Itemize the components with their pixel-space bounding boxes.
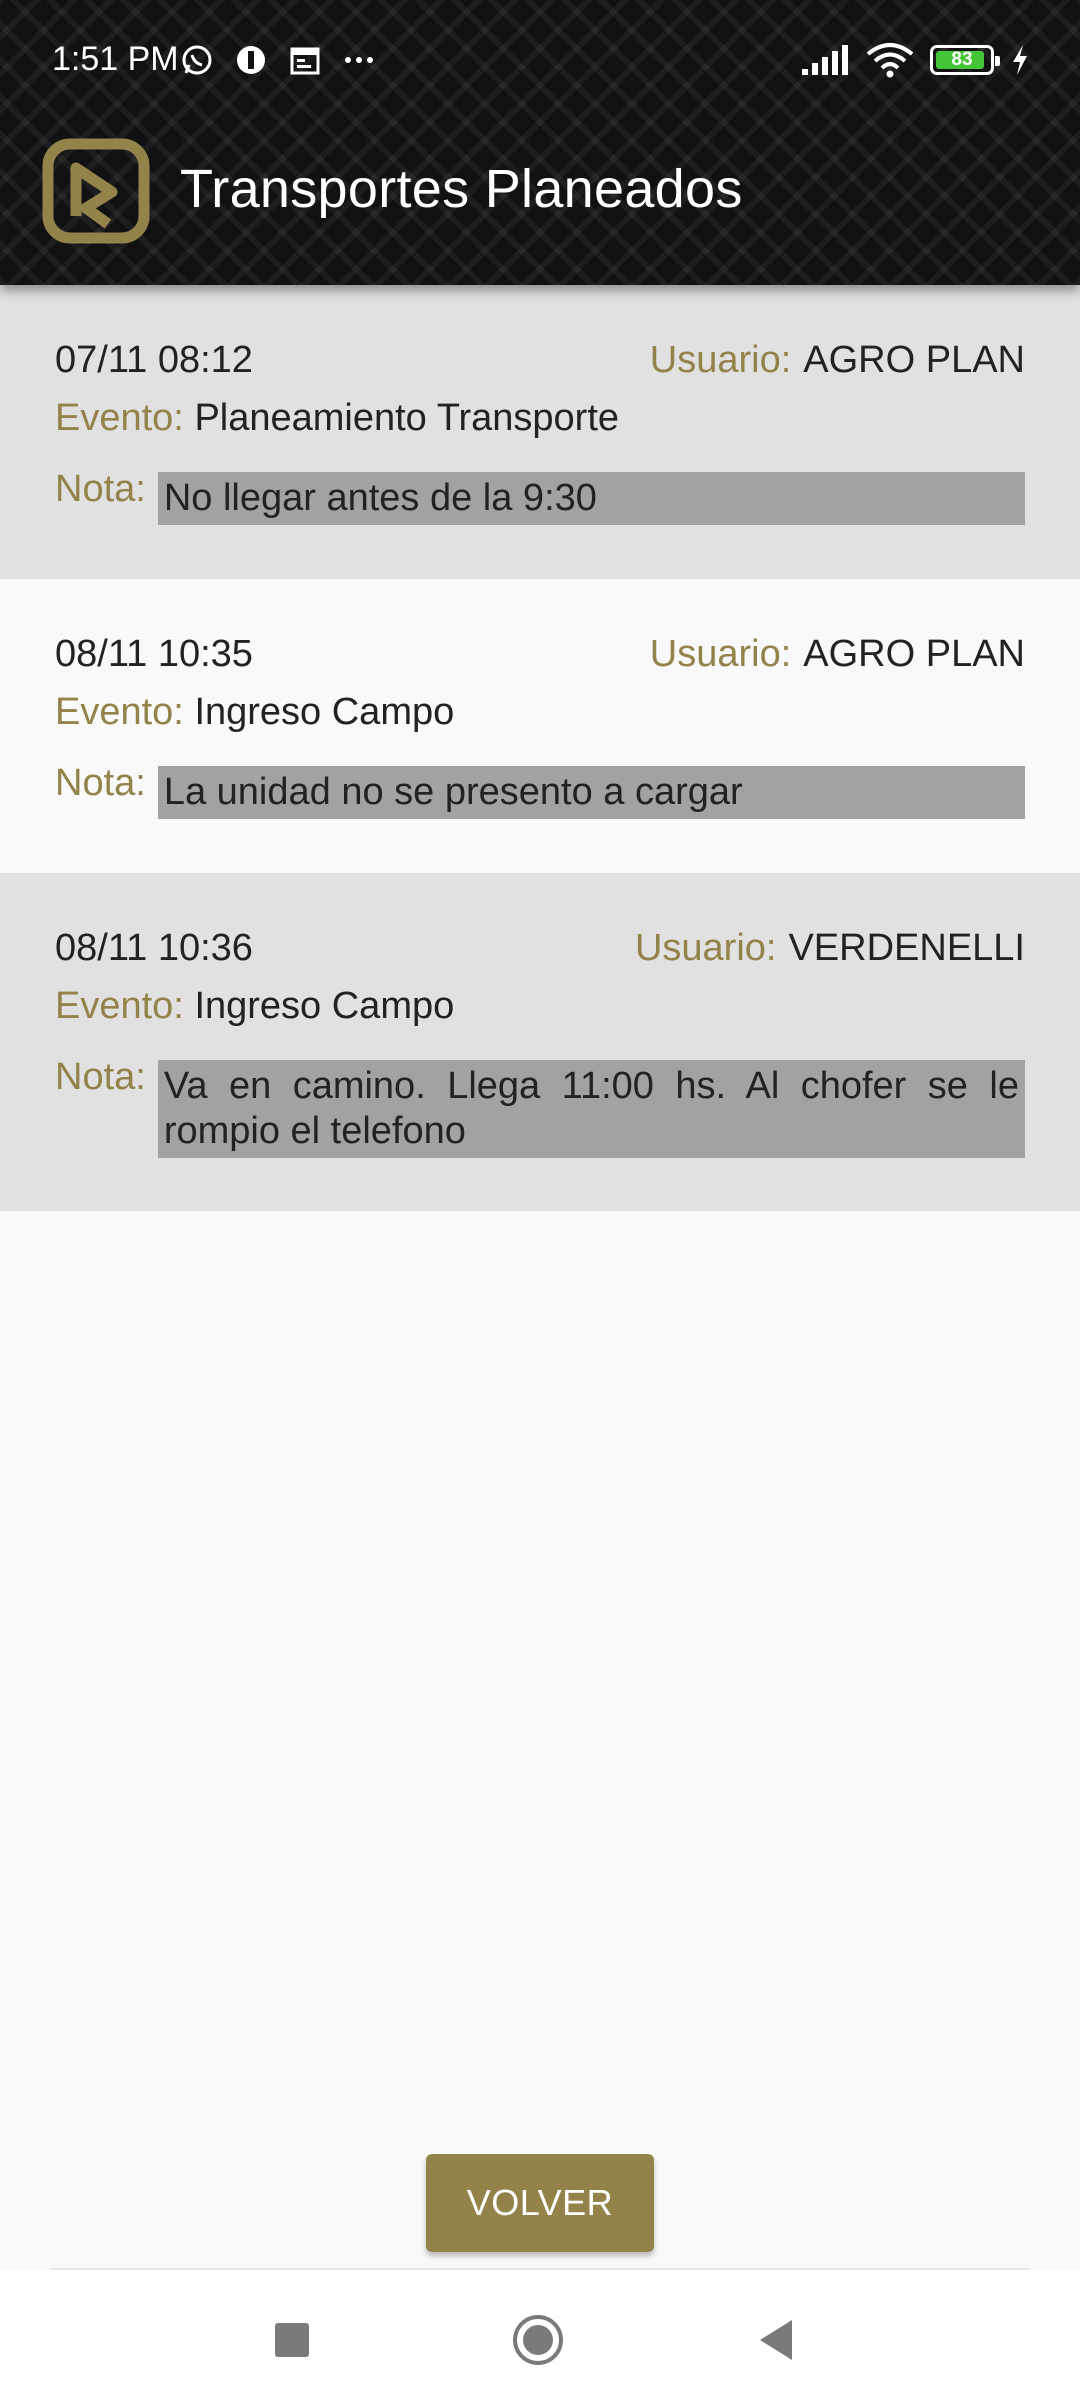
nota-value: La unidad no se presento a cargar <box>157 766 1025 819</box>
battery-level: 83 <box>951 49 973 70</box>
entry-datetime: 07/11 08:12 <box>55 339 253 381</box>
brand-logo-icon <box>42 138 150 244</box>
nota-value: No llegar antes de la 9:30 <box>157 472 1025 525</box>
recents-square-icon[interactable] <box>262 2310 322 2370</box>
evento-value: Ingreso Campo <box>194 691 455 733</box>
usuario-label: Usuario: <box>634 927 777 969</box>
usuario-label: Usuario: <box>649 339 792 381</box>
evento-value: Ingreso Campo <box>194 985 455 1027</box>
nota-label: Nota: <box>55 1056 146 1098</box>
battery-icon: 83 <box>930 45 1000 75</box>
system-navbar <box>0 2270 1080 2400</box>
list-item[interactable]: 07/11 08:12 Usuario: AGRO PLAN Evento: P… <box>0 285 1080 579</box>
evento-label: Evento: <box>55 985 184 1027</box>
evento-label: Evento: <box>55 691 184 733</box>
evento-label: Evento: <box>55 397 184 439</box>
status-bar: 1:51 PM 83 <box>0 0 1080 120</box>
page-title: Transportes Planeados <box>180 159 743 219</box>
nota-value: Va en camino. Llega 11:00 hs. Al chofer … <box>157 1060 1025 1158</box>
usuario-value: VERDENELLI <box>788 927 1025 969</box>
app-header: 1:51 PM 83 Transportes Planeados <box>0 0 1080 285</box>
app-notification-icon <box>237 46 265 74</box>
evento-value: Planeamiento Transporte <box>194 397 620 439</box>
list-item[interactable]: 08/11 10:36 Usuario: VERDENELLI Evento: … <box>0 873 1080 1211</box>
usuario-value: AGRO PLAN <box>803 339 1025 381</box>
usuario-value: AGRO PLAN <box>803 633 1025 675</box>
usuario-label: Usuario: <box>649 633 792 675</box>
whatsapp-icon <box>182 45 212 75</box>
signal-icon <box>802 45 848 75</box>
back-triangle-icon[interactable] <box>748 2310 808 2370</box>
home-circle-icon[interactable] <box>508 2310 568 2370</box>
entry-datetime: 08/11 10:36 <box>55 927 253 969</box>
nota-label: Nota: <box>55 762 146 804</box>
volver-button[interactable]: VOLVER <box>426 2154 654 2252</box>
status-notification-icons <box>180 40 376 80</box>
more-dots-icon <box>345 57 373 63</box>
transport-list: 07/11 08:12 Usuario: AGRO PLAN Evento: P… <box>0 285 1080 1211</box>
calendar-icon <box>290 47 320 75</box>
entry-datetime: 08/11 10:35 <box>55 633 253 675</box>
status-system-icons: 83 <box>800 40 1030 80</box>
charging-bolt-icon <box>1013 45 1027 75</box>
wifi-icon <box>866 43 914 78</box>
status-time: 1:51 PM <box>52 40 179 78</box>
nota-label: Nota: <box>55 468 146 510</box>
list-item[interactable]: 08/11 10:35 Usuario: AGRO PLAN Evento: I… <box>0 579 1080 873</box>
